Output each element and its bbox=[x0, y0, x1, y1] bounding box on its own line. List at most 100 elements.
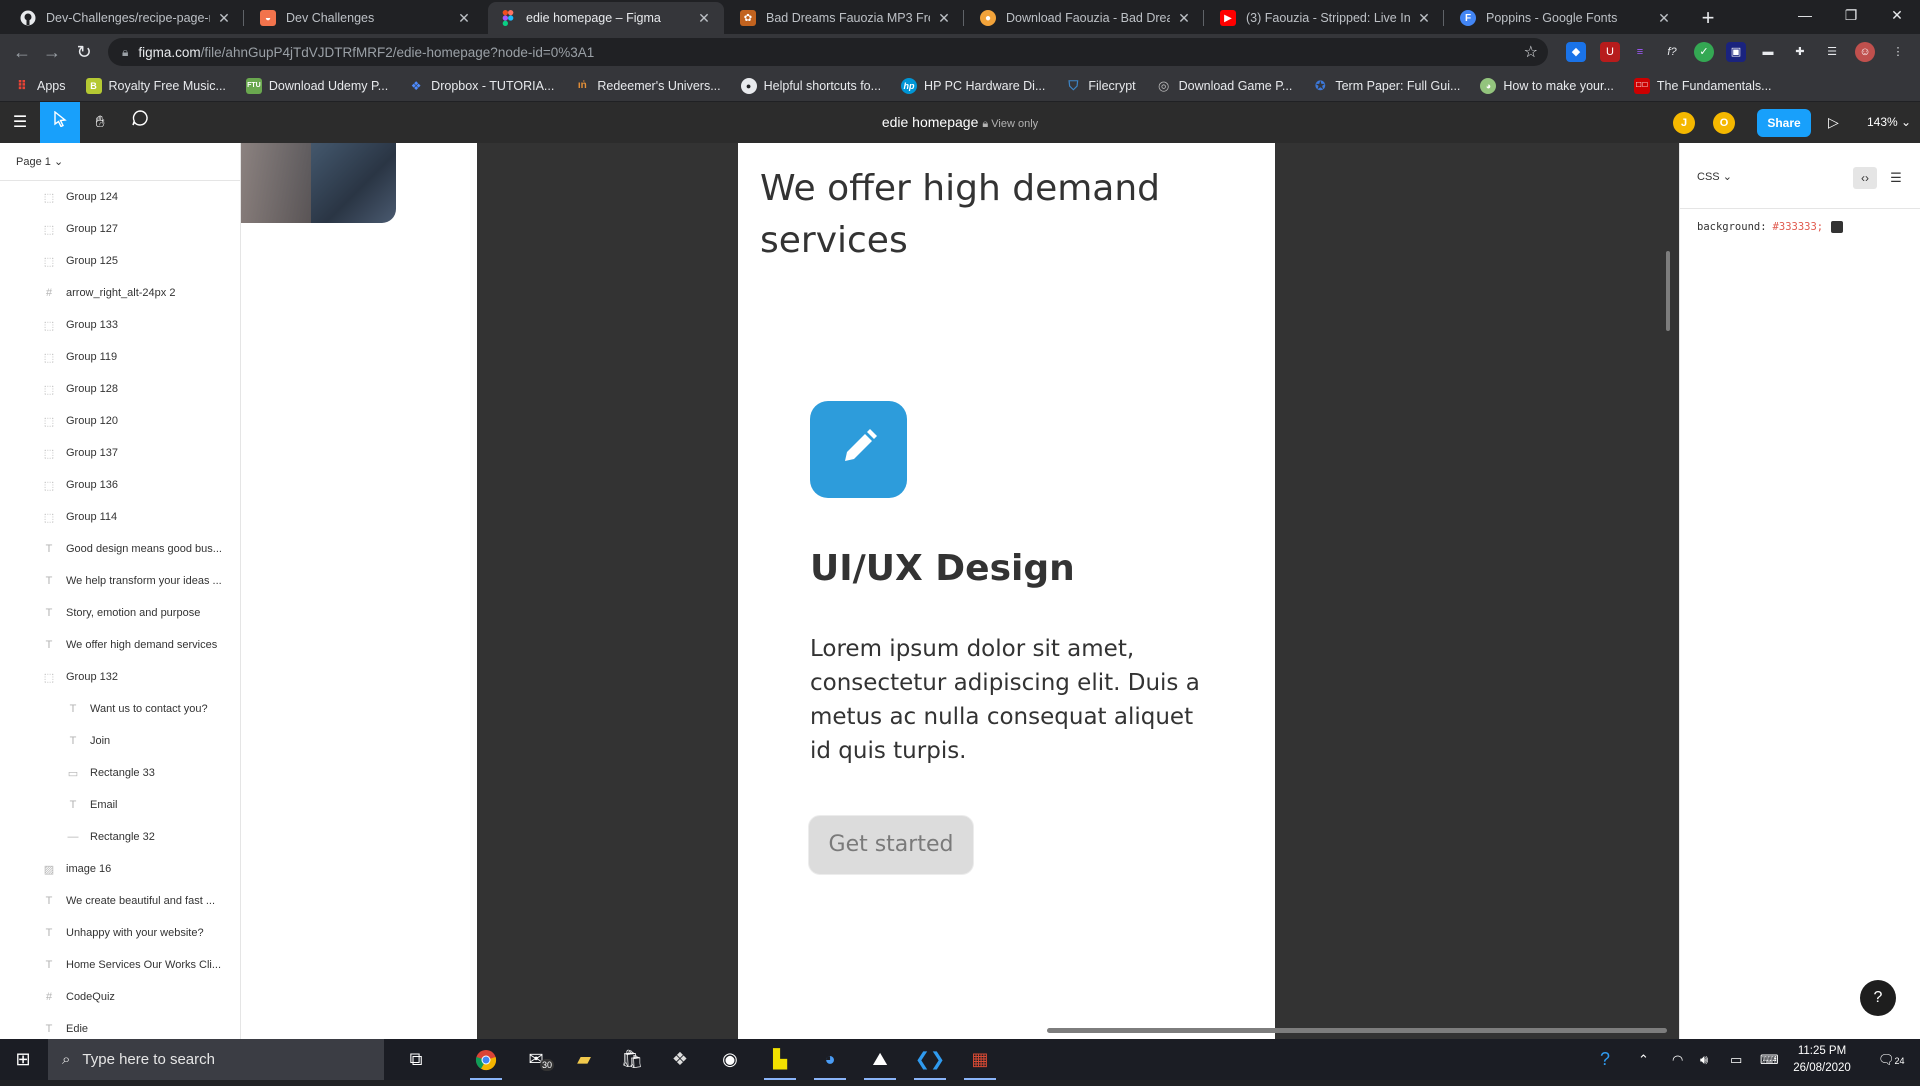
layer-row[interactable]: T We create beautiful and fast ... bbox=[0, 885, 240, 917]
winrar-icon[interactable]: ▦ bbox=[956, 1039, 1004, 1080]
hand-tool-icon[interactable]: ✋︎ bbox=[80, 102, 120, 143]
store-icon[interactable]: 🛍︎ bbox=[608, 1039, 656, 1080]
obs-icon[interactable]: ◉ bbox=[706, 1039, 754, 1080]
tab-dev-challenges[interactable]: ◒ Dev Challenges ✕ bbox=[248, 2, 484, 34]
layer-row[interactable]: # arrow_right_alt-24px 2 bbox=[0, 277, 240, 309]
bookmark-star-icon[interactable]: ☆ bbox=[1524, 42, 1538, 62]
get-started-button[interactable]: Get started bbox=[808, 815, 974, 875]
code-language-dropdown[interactable]: CSS ⌄ bbox=[1697, 170, 1732, 183]
back-arrow-icon[interactable]: ← bbox=[10, 40, 34, 64]
layer-row[interactable]: ⬚ Group 124 bbox=[0, 181, 240, 213]
notifications-icon[interactable]: 🗨︎24 bbox=[1878, 1039, 1905, 1080]
close-icon[interactable]: ✕ bbox=[216, 10, 232, 27]
layer-row[interactable]: T Unhappy with your website? bbox=[0, 917, 240, 949]
wifi-icon[interactable]: ◠ bbox=[1672, 1039, 1683, 1080]
vertical-scrollbar[interactable] bbox=[1666, 251, 1670, 331]
dropbox-icon[interactable]: ❖ bbox=[656, 1039, 704, 1080]
layer-row[interactable]: ⬚ Group 120 bbox=[0, 405, 240, 437]
code-view-icon[interactable]: ‹› bbox=[1853, 167, 1877, 189]
bookmark-item[interactable]: hp HP PC Hardware Di... bbox=[901, 77, 1045, 94]
close-icon[interactable]: ✕ bbox=[1656, 10, 1672, 27]
reload-icon[interactable]: ↻ bbox=[72, 40, 96, 64]
layer-row[interactable]: T Join bbox=[0, 725, 240, 757]
chrome-icon[interactable] bbox=[462, 1039, 510, 1080]
share-button[interactable]: Share bbox=[1757, 109, 1811, 137]
bookmark-item[interactable]: ☐☐ The Fundamentals... bbox=[1633, 77, 1772, 94]
close-icon[interactable]: ✕ bbox=[456, 10, 472, 27]
avatar[interactable]: O bbox=[1713, 112, 1735, 134]
menu-kebab-icon[interactable]: ⋮ bbox=[1888, 42, 1908, 62]
extension-icon[interactable]: ▬ bbox=[1758, 42, 1778, 62]
bookmark-apps[interactable]: ⠿ Apps bbox=[14, 78, 66, 94]
reading-list-icon[interactable]: ☰ bbox=[1822, 42, 1842, 62]
volume-icon[interactable]: 🔊︎ bbox=[1700, 1039, 1708, 1080]
tab-google-fonts[interactable]: F Poppins - Google Fonts ✕ bbox=[1448, 2, 1684, 34]
restore-icon[interactable]: ❐ bbox=[1828, 0, 1874, 32]
close-icon[interactable]: ✕ bbox=[936, 10, 952, 27]
present-play-icon[interactable]: ▷ bbox=[1828, 102, 1839, 143]
layer-row[interactable]: ▨ image 16 bbox=[0, 853, 240, 885]
extension-icon[interactable]: ◆ bbox=[1566, 42, 1586, 62]
layer-row[interactable]: T Edie bbox=[0, 1013, 240, 1039]
tab-download-faouzia[interactable]: ● Download Faouzia - Bad Dreams ✕ bbox=[968, 2, 1204, 34]
windows-start-icon[interactable]: ⊞ bbox=[0, 1039, 46, 1080]
mail-icon[interactable]: ✉ 30 bbox=[512, 1039, 560, 1080]
chevron-up-icon[interactable]: ⌃ bbox=[1638, 1039, 1649, 1080]
bookmark-item[interactable]: ◕ How to make your... bbox=[1480, 77, 1614, 94]
main-menu-icon[interactable]: ☰ bbox=[0, 102, 40, 143]
close-window-icon[interactable]: ✕ bbox=[1874, 0, 1920, 32]
layer-row[interactable]: ⬚ Group 119 bbox=[0, 341, 240, 373]
extension-icon[interactable]: U bbox=[1600, 42, 1620, 62]
tab-youtube[interactable]: ▶ (3) Faouzia - Stripped: Live In ✕ bbox=[1208, 2, 1444, 34]
layer-row[interactable]: ▭ Rectangle 33 bbox=[0, 757, 240, 789]
layer-row[interactable]: T Good design means good bus... bbox=[0, 533, 240, 565]
sticky-notes-icon[interactable]: ▙ bbox=[756, 1039, 804, 1080]
bookmark-item[interactable]: ❖ Dropbox - TUTORIA... bbox=[408, 78, 555, 94]
zoom-dropdown[interactable]: 143% ⌄ bbox=[1867, 102, 1911, 143]
layer-row[interactable]: ⬚ Group 136 bbox=[0, 469, 240, 501]
bookmark-item[interactable]: ✪ Term Paper: Full Gui... bbox=[1312, 78, 1461, 94]
vscode-icon[interactable]: ❮❯ bbox=[906, 1039, 954, 1080]
layer-row[interactable]: ⬚ Group 125 bbox=[0, 245, 240, 277]
puzzle-icon[interactable]: ✚ bbox=[1790, 42, 1810, 62]
layer-row[interactable]: T Want us to contact you? bbox=[0, 693, 240, 725]
list-view-icon[interactable]: ☰ bbox=[1885, 167, 1907, 189]
tab-figma[interactable]: edie homepage – Figma ✕ bbox=[488, 2, 724, 34]
layer-row[interactable]: ⬚ Group 132 bbox=[0, 661, 240, 693]
layer-row[interactable]: ⬚ Group 133 bbox=[0, 309, 240, 341]
move-tool-icon[interactable] bbox=[40, 102, 80, 143]
layer-row[interactable]: # CodeQuiz bbox=[0, 981, 240, 1013]
bookmark-item[interactable]: ⛉ Filecrypt bbox=[1065, 78, 1136, 94]
bookmark-item[interactable]: FTU Download Udemy P... bbox=[245, 77, 388, 94]
bookmark-item[interactable]: ● Helpful shortcuts fo... bbox=[740, 77, 881, 94]
photos-icon[interactable]: ⛰︎ bbox=[856, 1039, 904, 1080]
extension-icon[interactable]: ▣ bbox=[1726, 42, 1746, 62]
help-button[interactable]: ? bbox=[1860, 980, 1896, 1016]
address-bar[interactable]: 🔒︎ figma.com/file/ahnGupP4jTdVJDTRfMRF2/… bbox=[108, 38, 1548, 66]
horizontal-scrollbar[interactable] bbox=[1047, 1028, 1667, 1033]
avatar[interactable]: J bbox=[1673, 112, 1695, 134]
firefox-icon[interactable]: ◕ bbox=[806, 1039, 854, 1080]
layer-row[interactable]: ⬚ Group 127 bbox=[0, 213, 240, 245]
figma-canvas[interactable]: We offer high demand services UI/UX Desi… bbox=[241, 143, 1679, 1039]
task-view-icon[interactable]: ⧉ bbox=[392, 1039, 440, 1080]
layer-row[interactable]: T We help transform your ideas ... bbox=[0, 565, 240, 597]
tab-bad-dreams-mp3[interactable]: ✿ Bad Dreams Fauozia MP3 Free D ✕ bbox=[728, 2, 964, 34]
services-frame[interactable]: We offer high demand services UI/UX Desi… bbox=[738, 143, 1275, 1039]
layer-row[interactable]: T Story, emotion and purpose bbox=[0, 597, 240, 629]
layer-row[interactable]: ⬚ Group 128 bbox=[0, 373, 240, 405]
keyboard-icon[interactable]: ⌨ bbox=[1760, 1039, 1779, 1080]
font-finder-icon[interactable]: f? bbox=[1662, 42, 1682, 62]
bookmark-item[interactable]: B Royalty Free Music... bbox=[85, 77, 226, 94]
close-icon[interactable]: ✕ bbox=[696, 10, 712, 27]
layer-row[interactable]: T Email bbox=[0, 789, 240, 821]
new-tab-button[interactable]: + bbox=[1694, 4, 1722, 32]
comment-tool-icon[interactable] bbox=[120, 102, 160, 143]
layer-row[interactable]: ⬚ Group 137 bbox=[0, 437, 240, 469]
profile-avatar[interactable]: ☺ bbox=[1855, 42, 1875, 62]
extension-icon[interactable]: ≡ bbox=[1630, 42, 1650, 62]
taskbar-clock[interactable]: 11:25 PM 26/08/2020 bbox=[1782, 1043, 1862, 1077]
file-explorer-icon[interactable]: ▰ bbox=[560, 1039, 608, 1080]
extension-icon[interactable]: ✓ bbox=[1694, 42, 1714, 62]
close-icon[interactable]: ✕ bbox=[1416, 10, 1432, 27]
